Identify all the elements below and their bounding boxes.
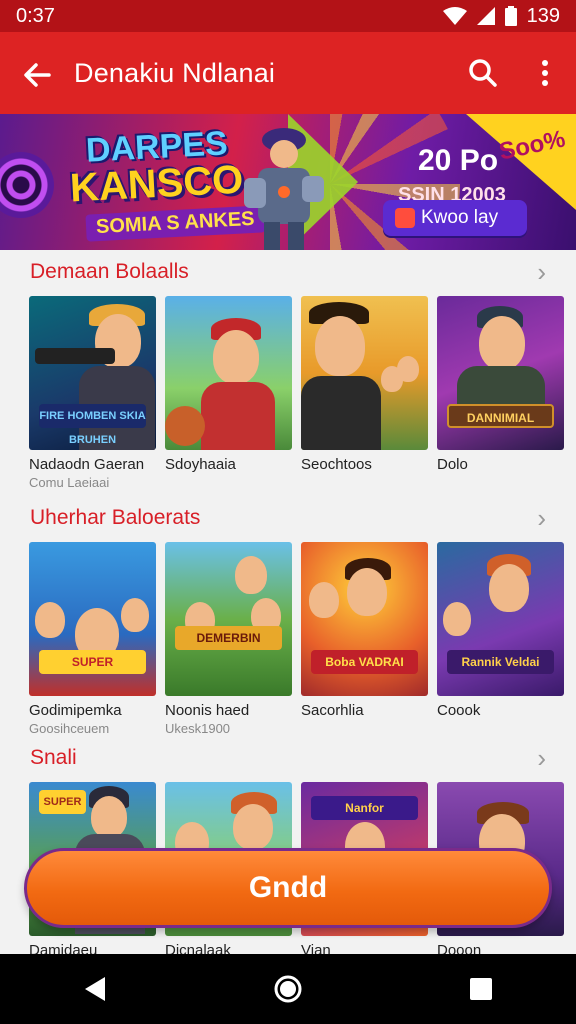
- more-options-button[interactable]: [514, 32, 576, 114]
- nav-recents-icon[interactable]: [469, 977, 493, 1001]
- back-button[interactable]: [0, 32, 74, 114]
- nav-home-icon[interactable]: [273, 974, 303, 1004]
- game-thumbnail: FIRE HOMBEN SKIA BRUHEN: [29, 296, 156, 450]
- section-2: Uherhar Baloerats › SUPER Godimipemka Go…: [0, 500, 576, 736]
- banner-hero-image: [244, 128, 324, 250]
- back-arrow-icon: [24, 63, 51, 87]
- section-header[interactable]: Snali ›: [0, 740, 576, 776]
- game-card[interactable]: Sdoyhaaia: [165, 296, 292, 490]
- section-title: Uherhar Baloerats: [30, 506, 201, 529]
- section-1: Demaan Bolaalls › FIRE HOMBEN SKIA BRUHE…: [0, 254, 576, 490]
- section-title: Demaan Bolaalls: [30, 260, 189, 283]
- game-thumbnail: Rannik Veldai: [437, 542, 564, 696]
- section-header[interactable]: Demaan Bolaalls ›: [0, 254, 576, 290]
- primary-action-button[interactable]: Gndd: [24, 848, 552, 928]
- status-bar: 0:37 139: [0, 0, 576, 32]
- battery-level: 139: [526, 4, 560, 27]
- section-title: Snali: [30, 746, 77, 769]
- game-title: Godimipemka: [29, 702, 122, 719]
- search-button[interactable]: [452, 32, 514, 114]
- chevron-right-icon[interactable]: ›: [537, 503, 546, 534]
- game-card[interactable]: Seochtoos: [301, 296, 428, 490]
- banner-cta-label: Kwoo lay: [421, 207, 499, 228]
- game-title: Nadaodn Gaeran: [29, 456, 145, 473]
- game-card[interactable]: Rannik Veldai Coook: [437, 542, 564, 736]
- gift-icon: [395, 208, 415, 228]
- banner-offer-line1: 20 Po: [418, 144, 499, 177]
- app-bar: Denakiu Ndlanai: [0, 32, 576, 114]
- game-subtitle: Goosihceuem: [29, 721, 110, 736]
- game-title: Sdoyhaaia: [165, 456, 236, 473]
- game-card[interactable]: Boba VADRAI Sacorhlia: [301, 542, 428, 736]
- search-icon: [469, 59, 497, 87]
- game-title: Seochtoos: [301, 456, 372, 473]
- chevron-right-icon[interactable]: ›: [537, 743, 546, 774]
- game-card[interactable]: SUPER Godimipemka Goosihceuem: [29, 542, 156, 736]
- game-row: SUPER Godimipemka Goosihceuem DEMERBIN N…: [0, 542, 576, 736]
- game-subtitle: Comu Laeiaai: [29, 475, 110, 490]
- game-thumbnail: [165, 296, 292, 450]
- game-title: Noonis haed: [165, 702, 250, 719]
- game-thumbnail: DANNIMIAL: [437, 296, 564, 450]
- status-time: 0:37: [16, 4, 55, 27]
- promo-banner[interactable]: DARPES KANSCO SOMIA S ANKES 20 Po SSIN 1…: [0, 114, 576, 250]
- game-title: Coook: [437, 702, 481, 719]
- chevron-right-icon[interactable]: ›: [537, 257, 546, 288]
- page-title: Denakiu Ndlanai: [74, 57, 276, 88]
- battery-icon: [504, 6, 517, 26]
- more-vert-icon: [542, 60, 548, 86]
- banner-logo-line2: KANSCO: [68, 157, 245, 211]
- signal-icon: [476, 7, 495, 25]
- game-thumbnail: SUPER: [29, 542, 156, 696]
- game-thumbnail: DEMERBIN: [165, 542, 292, 696]
- game-card[interactable]: DANNIMIAL Dolo: [437, 296, 564, 490]
- game-title: Dolo: [437, 456, 468, 473]
- banner-cta-button[interactable]: Kwoo lay: [383, 200, 527, 236]
- system-nav-bar: [0, 954, 576, 1024]
- nav-back-icon[interactable]: [83, 976, 107, 1002]
- game-row: FIRE HOMBEN SKIA BRUHEN Nadaodn Gaeran C…: [0, 296, 576, 490]
- section-header[interactable]: Uherhar Baloerats ›: [0, 500, 576, 536]
- game-title: Sacorhlia: [301, 702, 364, 719]
- wifi-icon: [442, 7, 467, 25]
- game-thumbnail: [301, 296, 428, 450]
- game-card[interactable]: FIRE HOMBEN SKIA BRUHEN Nadaodn Gaeran C…: [29, 296, 156, 490]
- game-subtitle: Ukesk1900: [165, 721, 231, 736]
- game-thumbnail: Boba VADRAI: [301, 542, 428, 696]
- status-icons: 139: [442, 4, 560, 28]
- game-card[interactable]: DEMERBIN Noonis haed Ukesk1900: [165, 542, 292, 736]
- banner-spiral-graphic: [0, 152, 54, 218]
